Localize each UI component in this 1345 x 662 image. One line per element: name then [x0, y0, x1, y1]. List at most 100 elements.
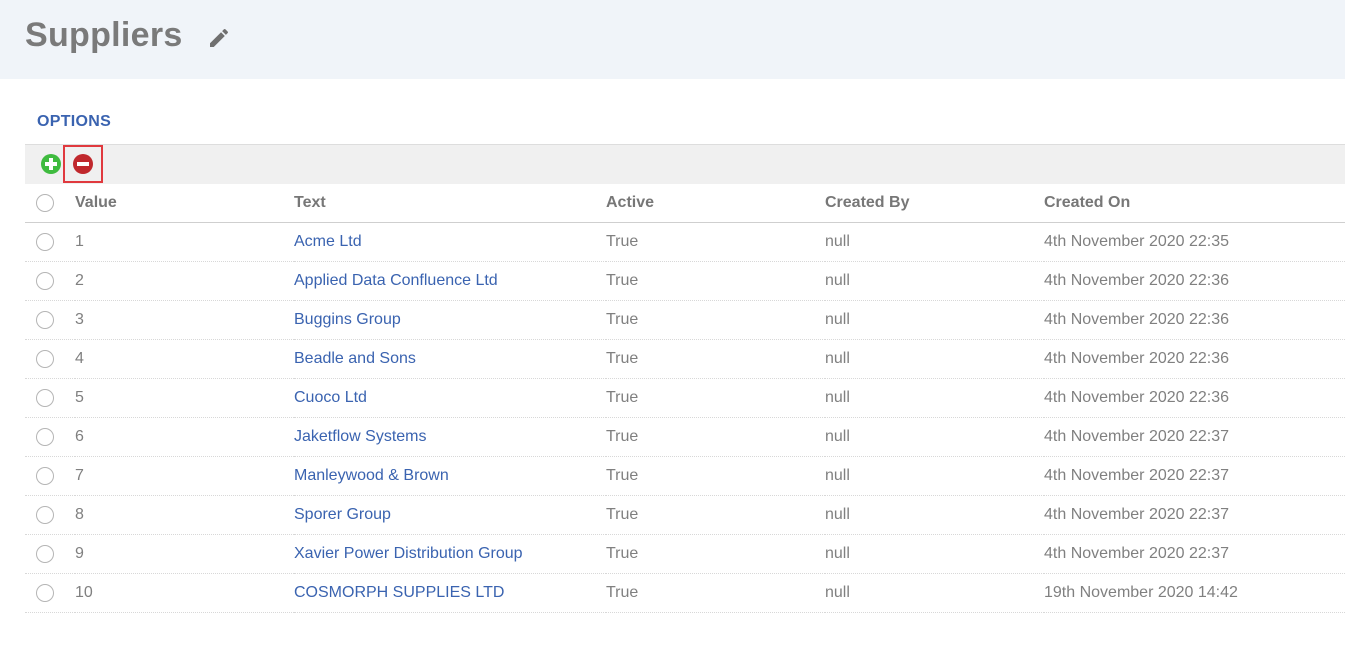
row-select-radio[interactable]: [36, 466, 54, 485]
row-select-radio[interactable]: [36, 427, 54, 446]
cell-created-on: 19th November 2020 14:42: [1044, 573, 1345, 613]
cell-active: True: [606, 573, 825, 613]
supplier-link[interactable]: Acme Ltd: [294, 233, 362, 250]
cell-created-on: 4th November 2020 22:36: [1044, 339, 1345, 379]
cell-created-by: null: [825, 417, 1044, 457]
select-all-radio[interactable]: [36, 193, 54, 212]
row-select-cell: [25, 339, 75, 379]
cell-value: 2: [75, 261, 294, 301]
cell-active: True: [606, 378, 825, 418]
cell-active: True: [606, 495, 825, 535]
cell-active: True: [606, 222, 825, 262]
table-row[interactable]: 3 Buggins Group True null 4th November 2…: [25, 300, 1345, 340]
cell-text: Sporer Group: [294, 495, 606, 535]
tab-bar: OPTIONS: [25, 109, 1345, 147]
row-select-radio[interactable]: [36, 544, 54, 563]
cell-created-on: 4th November 2020 22:35: [1044, 222, 1345, 262]
minus-circle-icon[interactable]: [73, 154, 93, 174]
cell-created-by: null: [825, 261, 1044, 301]
row-select-cell: [25, 534, 75, 574]
column-header-text[interactable]: Text: [294, 184, 606, 223]
cell-created-on: 4th November 2020 22:37: [1044, 417, 1345, 457]
cell-created-by: null: [825, 573, 1044, 613]
supplier-link[interactable]: Cuoco Ltd: [294, 389, 367, 406]
cell-active: True: [606, 534, 825, 574]
column-header-created-on[interactable]: Created On: [1044, 184, 1345, 223]
supplier-link[interactable]: Sporer Group: [294, 506, 391, 523]
page-header: Suppliers: [0, 0, 1345, 79]
cell-value: 1: [75, 222, 294, 262]
cell-text: Manleywood & Brown: [294, 456, 606, 496]
table-row[interactable]: 4 Beadle and Sons True null 4th November…: [25, 339, 1345, 379]
row-select-radio[interactable]: [36, 349, 54, 368]
cell-value: 5: [75, 378, 294, 418]
cell-value: 4: [75, 339, 294, 379]
supplier-link[interactable]: Manleywood & Brown: [294, 467, 449, 484]
cell-active: True: [606, 339, 825, 379]
cell-created-by: null: [825, 378, 1044, 418]
row-select-radio[interactable]: [36, 583, 54, 602]
cell-value: 7: [75, 456, 294, 496]
row-select-cell: [25, 378, 75, 418]
row-select-cell: [25, 222, 75, 262]
row-select-radio[interactable]: [36, 388, 54, 407]
plus-circle-icon[interactable]: [41, 154, 61, 174]
grid-toolbar: [25, 144, 1345, 184]
supplier-link[interactable]: Jaketflow Systems: [294, 428, 426, 445]
cell-value: 3: [75, 300, 294, 340]
cell-created-on: 4th November 2020 22:37: [1044, 495, 1345, 535]
cell-created-by: null: [825, 534, 1044, 574]
cell-value: 9: [75, 534, 294, 574]
cell-text: COSMORPH SUPPLIES LTD: [294, 573, 606, 613]
cell-created-by: null: [825, 495, 1044, 535]
supplier-link[interactable]: Beadle and Sons: [294, 350, 416, 367]
cell-active: True: [606, 417, 825, 457]
supplier-link[interactable]: Xavier Power Distribution Group: [294, 545, 523, 562]
cell-created-by: null: [825, 339, 1044, 379]
row-select-cell: [25, 456, 75, 496]
row-select-radio[interactable]: [36, 310, 54, 329]
cell-active: True: [606, 261, 825, 301]
cell-created-by: null: [825, 300, 1044, 340]
cell-text: Acme Ltd: [294, 222, 606, 262]
cell-value: 10: [75, 573, 294, 613]
cell-text: Cuoco Ltd: [294, 378, 606, 418]
column-header-value[interactable]: Value: [75, 184, 294, 223]
table-row[interactable]: 6 Jaketflow Systems True null 4th Novemb…: [25, 417, 1345, 457]
cell-created-on: 4th November 2020 22:37: [1044, 456, 1345, 496]
row-select-cell: [25, 300, 75, 340]
table-row[interactable]: 9 Xavier Power Distribution Group True n…: [25, 534, 1345, 574]
row-select-radio[interactable]: [36, 232, 54, 251]
table-row[interactable]: 5 Cuoco Ltd True null 4th November 2020 …: [25, 378, 1345, 418]
supplier-link[interactable]: Applied Data Confluence Ltd: [294, 272, 498, 289]
row-select-cell: [25, 261, 75, 301]
supplier-link[interactable]: COSMORPH SUPPLIES LTD: [294, 584, 504, 601]
cell-value: 6: [75, 417, 294, 457]
table-row[interactable]: 2 Applied Data Confluence Ltd True null …: [25, 261, 1345, 301]
tab-options[interactable]: OPTIONS: [25, 109, 124, 147]
column-header-created-by[interactable]: Created By: [825, 184, 1044, 223]
cell-text: Xavier Power Distribution Group: [294, 534, 606, 574]
cell-created-on: 4th November 2020 22:36: [1044, 261, 1345, 301]
row-select-radio[interactable]: [36, 271, 54, 290]
table-row[interactable]: 7 Manleywood & Brown True null 4th Novem…: [25, 456, 1345, 496]
row-select-radio[interactable]: [36, 505, 54, 524]
cell-created-on: 4th November 2020 22:36: [1044, 300, 1345, 340]
table-header-row: Value Text Active Created By Created On: [25, 184, 1345, 223]
suppliers-table: Value Text Active Created By Created On …: [25, 184, 1345, 613]
column-header-active[interactable]: Active: [606, 184, 825, 223]
table-row[interactable]: 1 Acme Ltd True null 4th November 2020 2…: [25, 222, 1345, 262]
cell-created-by: null: [825, 222, 1044, 262]
pencil-icon[interactable]: [207, 26, 231, 50]
cell-text: Beadle and Sons: [294, 339, 606, 379]
table-row[interactable]: 8 Sporer Group True null 4th November 20…: [25, 495, 1345, 535]
table-row[interactable]: 10 COSMORPH SUPPLIES LTD True null 19th …: [25, 573, 1345, 613]
select-all-cell: [25, 184, 75, 223]
cell-text: Buggins Group: [294, 300, 606, 340]
cell-created-by: null: [825, 456, 1044, 496]
row-select-cell: [25, 495, 75, 535]
cell-active: True: [606, 300, 825, 340]
supplier-link[interactable]: Buggins Group: [294, 311, 401, 328]
cell-text: Jaketflow Systems: [294, 417, 606, 457]
cell-active: True: [606, 456, 825, 496]
